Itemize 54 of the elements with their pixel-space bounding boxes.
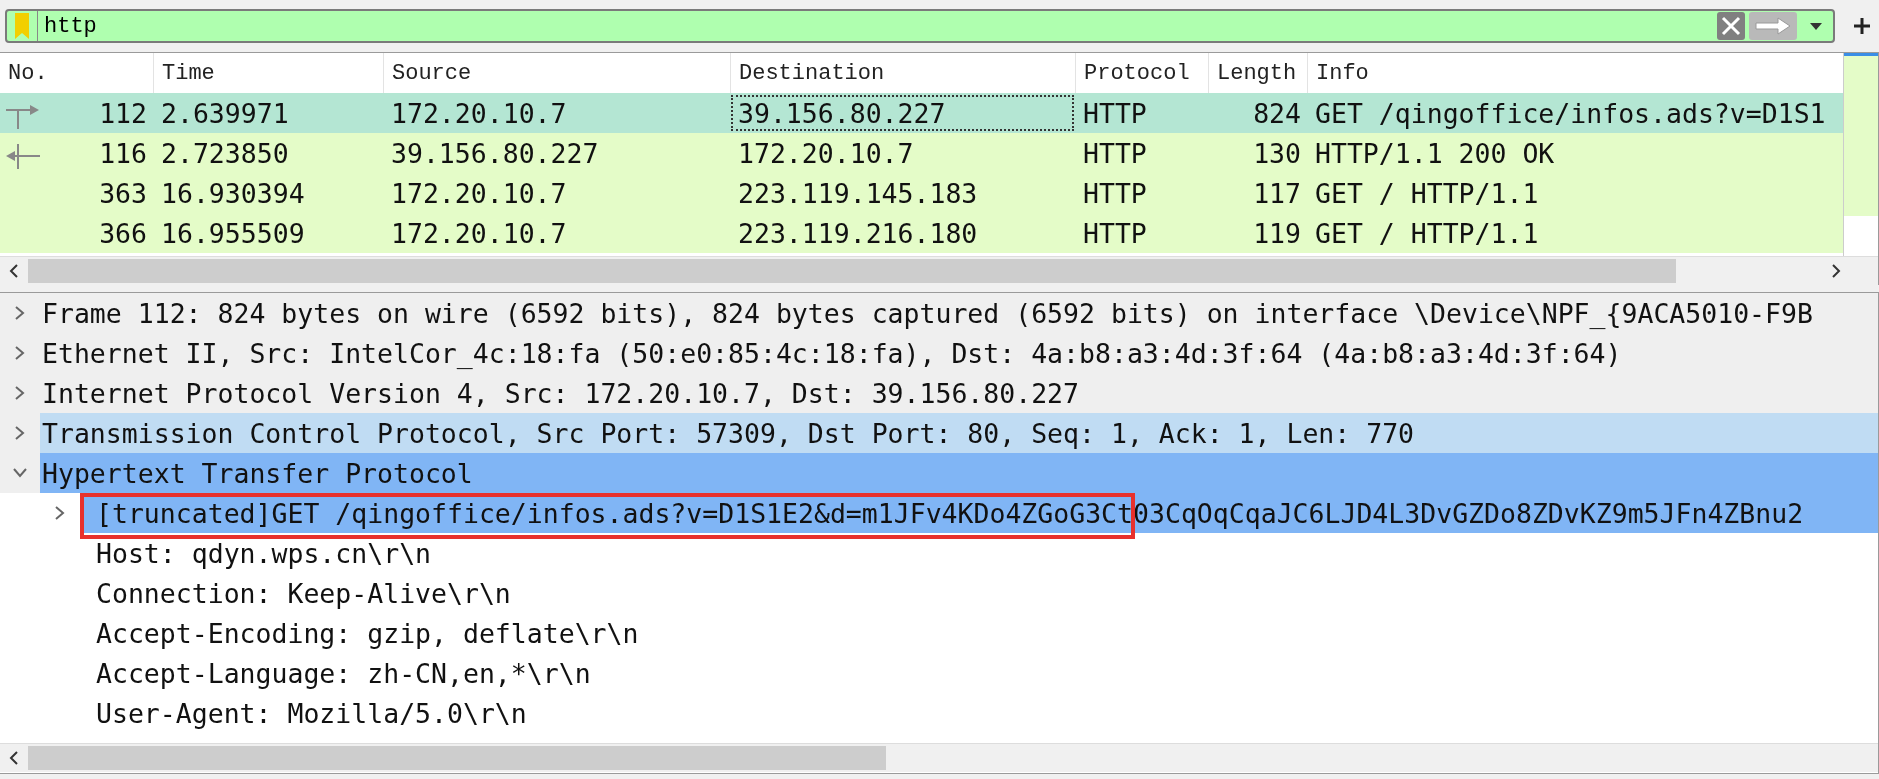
table-cell-text: 2.723850 [160,137,290,169]
table-cell-text: HTTP [1082,177,1148,209]
tree-item[interactable]: Host: qdyn.wps.cn\r\n [96,537,432,569]
caret-icon [1809,21,1823,31]
table-cell-text: 16.955509 [160,217,306,249]
table-cell-text: HTTP [1082,97,1148,129]
table-cell-text: 824 [1252,97,1302,129]
table-cell-text: 172.20.10.7 [390,97,568,129]
table-cell-text: 119 [1252,217,1302,249]
table-cell-text: 366 [98,217,148,249]
packet-row[interactable]: 366 16.955509 172.20.10.7 223.119.216.180 HTTP 119 GET / HTTP/1.1 [0,213,1843,253]
table-cell: 116 [0,137,153,169]
table-cell-text: 172.20.10.7 [737,137,915,169]
chevron-down-icon[interactable] [13,468,27,478]
chevron-right-icon[interactable] [15,306,25,320]
table-cell-text: 363 [98,177,148,209]
table-cell-text: 172.20.10.7 [390,177,568,209]
table-cell-text: 39.156.80.227 [390,137,600,169]
table-cell-text: HTTP [1082,217,1148,249]
column-header[interactable]: No. [0,53,153,93]
plus-icon[interactable] [1853,17,1871,35]
close-icon [1720,15,1742,37]
table-cell-text: 172.20.10.7 [390,217,568,249]
table-cell-text: 117 [1252,177,1302,209]
table-cell-text: GET / HTTP/1.1 [1314,217,1540,249]
table-cell-text: 223.119.216.180 [737,217,979,249]
table-cell-text: GET /qingoffice/infos.ads?v=D1S1 [1314,97,1827,129]
chevron-right-icon[interactable] [15,426,25,440]
tree-item[interactable]: Accept-Encoding: gzip, deflate\r\n [96,617,639,649]
table-cell-text: 130 [1252,137,1302,169]
tree-item[interactable]: Connection: Keep-Alive\r\n [96,577,511,609]
tree-item[interactable]: Accept-Language: zh-CN,en,*\r\n [96,657,591,689]
scrollbar-thumb[interactable] [28,259,1676,283]
chevron-right-icon[interactable] [15,386,25,400]
table-cell: 39.156.80.227 [730,94,1075,132]
table-cell: 112 [0,97,153,129]
table-cell-text: GET / HTTP/1.1 [1314,177,1540,209]
chevron-right-icon[interactable] [55,506,65,520]
clear-button[interactable] [1717,12,1745,40]
table-cell-text: 16.930394 [160,177,306,209]
tree-item[interactable]: Hypertext Transfer Protocol [42,457,473,489]
chevron-right-icon[interactable] [15,346,25,360]
table-cell-text: 2.639971 [160,97,290,129]
arrow-icon [1754,16,1792,36]
table-cell-text: HTTP/1.1 200 OK [1314,137,1556,169]
packet-row[interactable]: 112 2.639971 172.20.10.7 39.156.80.227 HTTP 824 GET /qingoffice/infos.ads?v=D1S1 [0,93,1843,133]
table-cell-text: HTTP [1082,137,1148,169]
packet-row[interactable]: 363 16.930394 172.20.10.7 223.119.145.183 HTTP 117 GET / HTTP/1.1 [0,173,1843,213]
tree-item[interactable]: User-Agent: Mozilla/5.0\r\n [96,697,527,729]
display-filter-field[interactable]: http [5,9,1835,43]
packet-row[interactable]: 116 2.723850 39.156.80.227 172.20.10.7 HTTP 130 HTTP/1.1 200 OK [0,133,1843,173]
display-filter-input[interactable]: http [38,12,1715,40]
scrollbar-thumb[interactable] [28,746,886,770]
table-cell-text: 223.119.145.183 [737,177,979,209]
